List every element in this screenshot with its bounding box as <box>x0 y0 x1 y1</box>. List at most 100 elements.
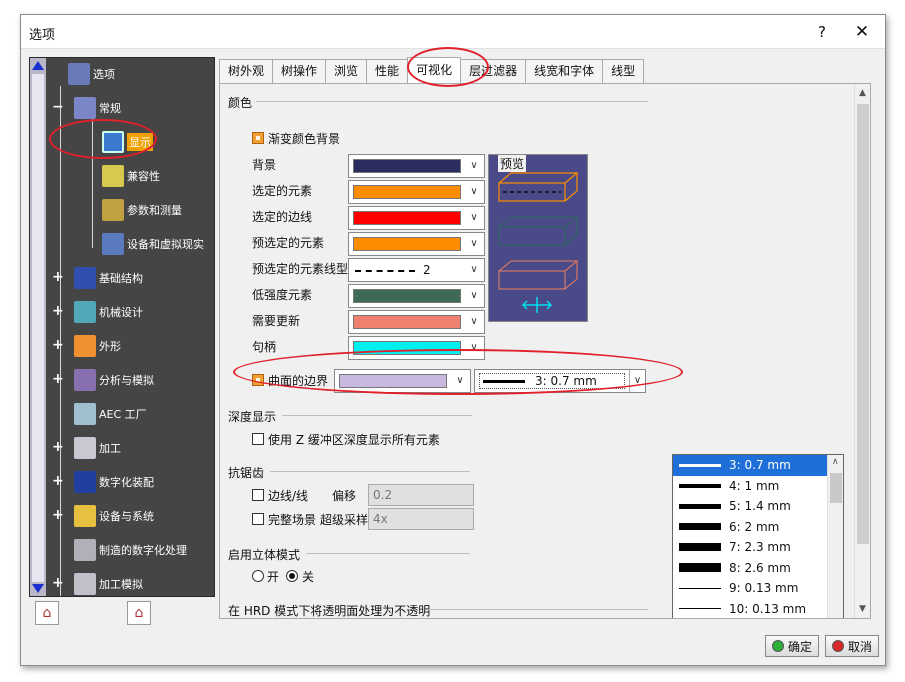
dropdown-scroll-thumb[interactable] <box>830 473 842 503</box>
tree-item-machining[interactable]: + 加工 <box>52 436 121 460</box>
reset-icon[interactable]: ⌂ <box>35 601 59 625</box>
tree-item-manufacturing[interactable]: 制造的数字化处理 <box>74 538 187 562</box>
section-divider <box>306 553 470 554</box>
tree-item-digital-mockup[interactable]: + 数字化装配 <box>52 470 154 494</box>
tree-item-devices[interactable]: 设备和虚拟现实 <box>102 232 204 256</box>
tree-root[interactable]: 选项 <box>68 62 115 86</box>
section-divider <box>428 609 648 610</box>
zbuffer-checkbox[interactable] <box>252 433 264 445</box>
tree-item-general[interactable]: − 常规 <box>52 96 121 120</box>
tree-item-parameters[interactable]: 参数和测量 <box>102 198 182 222</box>
tree-item-infrastructure[interactable]: + 基础结构 <box>52 266 143 290</box>
edges-antialias-label: 边线/线 <box>268 489 309 503</box>
supersample-input[interactable]: 4x <box>368 508 474 530</box>
manufacturing-icon <box>74 539 96 561</box>
tree-scrollbar[interactable] <box>30 58 46 596</box>
tab-performance[interactable]: 性能 <box>366 59 409 83</box>
stereo-on-radio[interactable] <box>252 570 264 582</box>
tree-item-shape[interactable]: + 外形 <box>52 334 121 358</box>
linewidth-option[interactable]: 10: 0.13 mm <box>673 599 828 619</box>
expand-icon[interactable]: + <box>52 576 64 590</box>
edges-antialias-checkbox[interactable] <box>252 489 264 501</box>
full-scene-checkbox[interactable] <box>252 513 264 525</box>
expand-icon[interactable]: + <box>52 440 64 454</box>
tab-linewidth-font[interactable]: 线宽和字体 <box>525 59 604 83</box>
dropdown-scrollbar[interactable]: ∧ ∨ <box>827 455 843 618</box>
stereo-off-radio[interactable] <box>286 570 298 582</box>
expand-icon[interactable]: + <box>52 508 64 522</box>
linewidth-dropdown-list[interactable]: 3: 0.7 mm 4: 1 mm 5: 1.4 mm 6: 2 mm 7: 2.3 m… <box>672 454 844 619</box>
linewidth-option[interactable]: 8: 2.6 mm <box>673 558 828 579</box>
tab-tree-manipulation[interactable]: 树操作 <box>272 59 327 83</box>
color-swatch <box>353 315 461 329</box>
preview-boxes-graphic <box>498 172 579 313</box>
scroll-up-icon[interactable]: ∧ <box>832 457 839 467</box>
linewidth-option[interactable]: 3: 0.7 mm <box>673 455 828 476</box>
linewidth-option[interactable]: 7: 2.3 mm <box>673 537 828 558</box>
cancel-button[interactable]: 取消 <box>825 635 880 657</box>
tab-navigation[interactable]: 浏览 <box>325 59 368 83</box>
tab-tree-appearance[interactable]: 树外观 <box>219 59 274 83</box>
ok-button[interactable]: 确定 <box>765 635 820 657</box>
antialias-section-title: 抗锯齿 <box>228 466 265 480</box>
linewidth-sample <box>679 523 721 531</box>
background-color-combo[interactable]: ∨ <box>348 154 485 178</box>
help-button[interactable]: ? <box>807 20 837 44</box>
preselected-element-label: 预选定的元素 <box>252 236 325 250</box>
selected-edge-color-combo[interactable]: ∨ <box>348 206 485 230</box>
parameters-icon <box>102 199 124 221</box>
low-intensity-color-combo[interactable]: ∨ <box>348 284 485 308</box>
color-section-title: 颜色 <box>228 96 253 110</box>
expand-icon[interactable]: + <box>52 372 64 386</box>
ok-icon <box>772 640 784 652</box>
expand-icon[interactable]: + <box>52 338 64 352</box>
dashed-line-sample <box>355 270 415 272</box>
tree-item-machining-sim[interactable]: + 加工模拟 <box>52 572 143 596</box>
preselected-element-color-combo[interactable]: ∨ <box>348 232 485 256</box>
close-button[interactable]: ✕ <box>847 20 877 44</box>
lock-options-icon[interactable]: ⌂ <box>127 601 151 625</box>
expand-icon[interactable]: + <box>52 270 64 284</box>
collapse-icon[interactable]: − <box>52 100 64 114</box>
tree-item-analysis[interactable]: + 分析与模拟 <box>52 368 154 392</box>
chevron-down-icon: ∨ <box>470 160 478 171</box>
linewidth-option[interactable]: 6: 2 mm <box>673 517 828 538</box>
section-divider <box>270 471 470 472</box>
tree-item-aec[interactable]: AEC 工厂 <box>74 402 147 426</box>
tree-item-equipment[interactable]: + 设备与系统 <box>52 504 154 528</box>
chevron-down-icon: ∨ <box>470 264 478 275</box>
offset-input[interactable]: 0.2 <box>368 484 474 506</box>
scroll-down-icon[interactable] <box>32 584 44 593</box>
panel-scroll-thumb[interactable] <box>857 104 869 544</box>
needs-update-color-combo[interactable]: ∨ <box>348 310 485 334</box>
annotation-ellipse <box>407 47 489 87</box>
expand-icon[interactable]: + <box>52 474 64 488</box>
preselected-linetype-combo[interactable]: 2 ∨ <box>348 258 485 282</box>
tree-item-mechanical[interactable]: + 机械设计 <box>52 300 143 324</box>
tab-linetype[interactable]: 线型 <box>602 59 645 83</box>
linewidth-option-label: 7: 2.3 mm <box>729 540 791 554</box>
preview-label: 预览 <box>498 155 527 172</box>
scroll-down-icon[interactable]: ▼ <box>859 604 866 614</box>
gradient-bg-checkbox[interactable] <box>252 132 264 144</box>
linewidth-option[interactable]: 4: 1 mm <box>673 476 828 497</box>
infrastructure-icon <box>74 267 96 289</box>
panel-scrollbar[interactable]: ▲ ▼ <box>854 84 870 618</box>
tree-scroll-thumb[interactable] <box>32 74 44 582</box>
selected-element-color-combo[interactable]: ∨ <box>348 180 485 204</box>
linewidth-sample <box>679 587 721 589</box>
linewidth-option[interactable]: 9: 0.13 mm <box>673 578 828 599</box>
machining-sim-icon <box>74 573 96 595</box>
full-scene-label: 完整场景 <box>268 513 317 527</box>
expand-icon[interactable]: + <box>52 304 64 318</box>
scroll-up-icon[interactable]: ▲ <box>859 88 866 98</box>
window-title: 选项 <box>29 28 56 43</box>
linewidth-option[interactable]: 5: 1.4 mm <box>673 496 828 517</box>
linewidth-option-label: 5: 1.4 mm <box>729 499 791 513</box>
general-icon <box>74 97 96 119</box>
scroll-up-icon[interactable] <box>32 61 44 70</box>
tree-item-compatibility[interactable]: 兼容性 <box>102 164 160 188</box>
color-swatch <box>353 211 461 225</box>
linetype-value: 2 <box>423 263 431 277</box>
linewidth-option-label: 3: 0.7 mm <box>729 458 791 472</box>
